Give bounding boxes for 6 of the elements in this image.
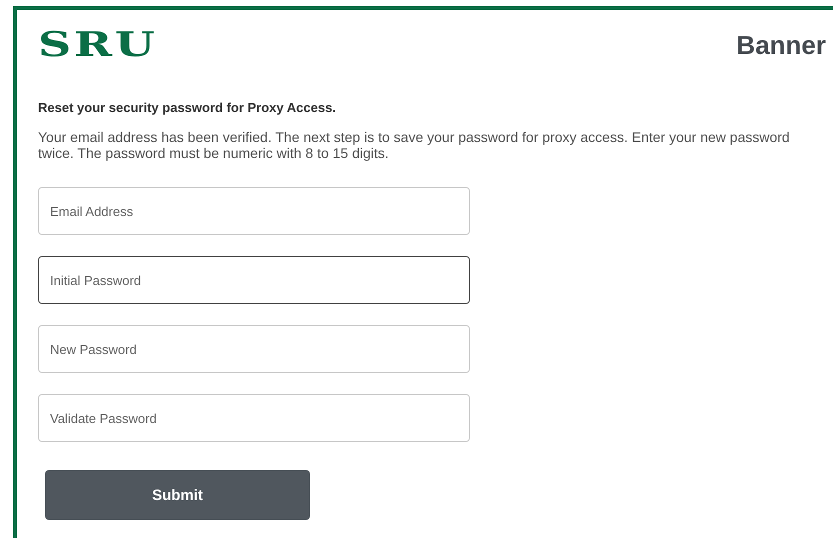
heading: Reset your security password for Proxy Access.: [38, 100, 337, 115]
instructions: Your email address has been verified. The next step is to save your password for proxy access. Enter your new password twice. The password must be numeric with 8 to 15 digits.: [38, 129, 791, 161]
product-name: Banner: [736, 30, 826, 60]
input-field[interactable]: Initial Password: [38, 256, 470, 304]
submit-button[interactable]: Submit: [45, 470, 310, 520]
logo: SRU: [38, 28, 158, 62]
